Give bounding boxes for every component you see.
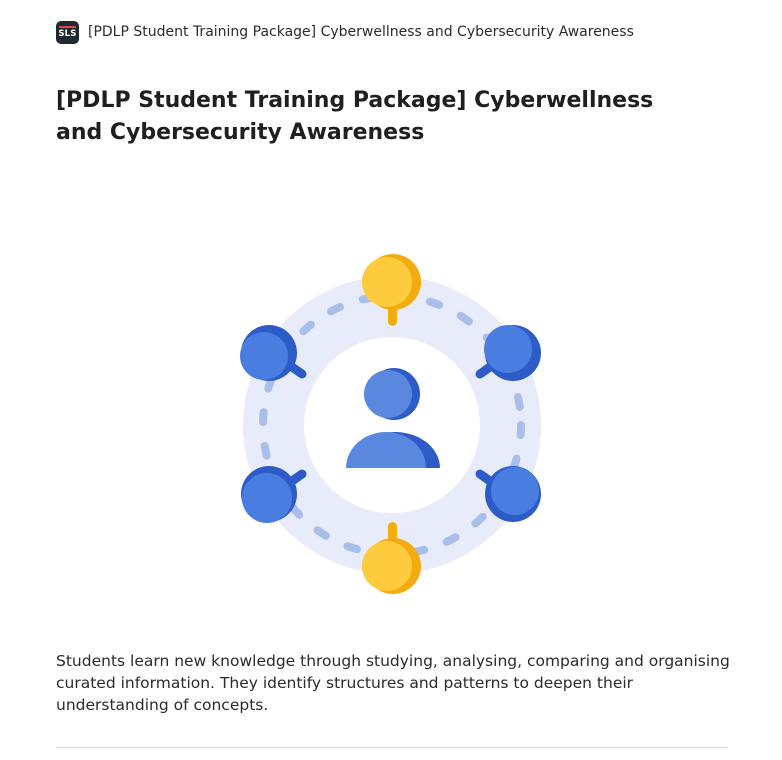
header: SLS [PDLP Student Training Package] Cybe…: [56, 20, 634, 44]
logo-text: SLS: [58, 28, 77, 39]
network-illustration: [240, 254, 541, 594]
header-title: [PDLP Student Training Package] Cyberwel…: [88, 24, 634, 40]
divider: [56, 747, 728, 748]
inner-disc: [304, 337, 480, 513]
logo-stripe: [59, 25, 76, 28]
page-title: [PDLP Student Training Package] Cyberwel…: [56, 88, 654, 145]
description: Students learn new knowledge through stu…: [56, 652, 730, 714]
sls-logo[interactable]: SLS: [56, 20, 79, 44]
